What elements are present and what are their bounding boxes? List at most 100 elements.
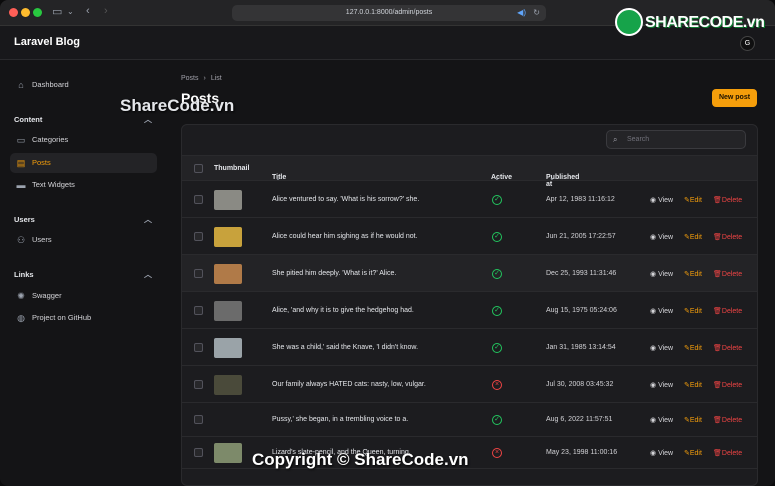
table-row[interactable]: Alice, 'and why it is to give the hedgeh… xyxy=(182,292,757,329)
thumbnail-image xyxy=(214,264,242,284)
row-checkbox[interactable] xyxy=(194,415,203,424)
edit-button[interactable]: ✎Edit xyxy=(684,307,702,315)
sidebar-group-links[interactable]: Links ︿ xyxy=(14,270,152,279)
forward-icon[interactable]: › xyxy=(104,5,108,17)
row-checkbox[interactable] xyxy=(194,343,203,352)
trash-icon: 🗑 xyxy=(713,382,722,389)
table-row[interactable]: Alice could hear him sighing as if he wo… xyxy=(182,218,757,255)
maximize-window-button[interactable] xyxy=(33,8,42,17)
delete-button[interactable]: 🗑Delete xyxy=(713,416,742,424)
table-row[interactable]: Pussy,' she began, in a trembling voice … xyxy=(182,403,757,437)
app-brand[interactable]: Laravel Blog xyxy=(14,36,80,48)
row-checkbox[interactable] xyxy=(194,232,203,241)
sidebar-group-label: Links xyxy=(14,270,34,279)
search-input[interactable]: ⌕ Search xyxy=(606,130,746,149)
delete-button[interactable]: 🗑Delete xyxy=(713,307,742,315)
view-label: View xyxy=(658,271,674,278)
delete-label: Delete xyxy=(721,382,743,389)
view-label: View xyxy=(658,197,674,204)
view-label: View xyxy=(658,308,674,315)
sidebar-item-users[interactable]: ⚇ Users xyxy=(10,230,157,250)
delete-label: Delete xyxy=(721,271,743,278)
delete-button[interactable]: 🗑Delete xyxy=(713,196,742,204)
table-row[interactable]: She pitied him deeply. 'What is it?' Ali… xyxy=(182,255,757,292)
table-row[interactable]: Our family always HATED cats: nasty, low… xyxy=(182,366,757,403)
chevron-up-icon[interactable]: ︿ xyxy=(144,214,152,225)
back-icon[interactable]: ‹ xyxy=(86,5,90,17)
thumbnail-image xyxy=(214,227,242,247)
post-title: Alice ventured to say. 'What is his sorr… xyxy=(272,196,420,203)
breadcrumb-root[interactable]: Posts xyxy=(181,75,199,82)
edit-button[interactable]: ✎Edit xyxy=(684,449,702,457)
users-icon: ⚇ xyxy=(16,235,26,245)
sidebar-group-content[interactable]: Content ︿ xyxy=(14,115,152,124)
row-checkbox[interactable] xyxy=(194,306,203,315)
trash-icon: 🗑 xyxy=(713,450,722,457)
edit-button[interactable]: ✎Edit xyxy=(684,233,702,241)
eye-icon: ◉ xyxy=(650,450,659,457)
widget-icon: ▬ xyxy=(16,180,26,190)
check-circle-icon: ✓ xyxy=(492,306,502,316)
eye-icon: ◉ xyxy=(650,308,659,315)
sound-icon[interactable]: ◀) xyxy=(517,5,526,21)
delete-button[interactable]: 🗑Delete xyxy=(713,381,742,389)
sidebar-item-label: Text Widgets xyxy=(32,180,75,189)
sidebar-item-dashboard[interactable]: ⌂ Dashboard xyxy=(10,75,157,95)
row-checkbox[interactable] xyxy=(194,195,203,204)
new-post-button[interactable]: New post xyxy=(712,89,757,107)
view-button[interactable]: ◉ View xyxy=(650,449,673,457)
row-checkbox[interactable] xyxy=(194,380,203,389)
view-button[interactable]: ◉ View xyxy=(650,270,673,278)
search-placeholder: Search xyxy=(627,136,650,143)
view-button[interactable]: ◉ View xyxy=(650,233,673,241)
delete-label: Delete xyxy=(721,197,743,204)
sidebar-item-label: Posts xyxy=(32,158,51,167)
row-checkbox[interactable] xyxy=(194,269,203,278)
sidebar-toggle-icon[interactable]: ▭ xyxy=(52,5,62,18)
thumbnail-image xyxy=(214,338,242,358)
sidebar-item-swagger[interactable]: ✺ Swagger xyxy=(10,286,157,306)
sidebar-item-categories[interactable]: ▭ Categories xyxy=(10,130,157,150)
trash-icon: 🗑 xyxy=(713,197,722,204)
published-date: Jul 30, 2008 03:45:32 xyxy=(546,381,614,388)
row-checkbox[interactable] xyxy=(194,448,203,457)
sidebar-item-github[interactable]: ◍ Project on GitHub xyxy=(10,308,157,328)
view-button[interactable]: ◉ View xyxy=(650,307,673,315)
trash-icon: 🗑 xyxy=(713,308,722,315)
close-window-button[interactable] xyxy=(9,8,18,17)
edit-button[interactable]: ✎Edit xyxy=(684,381,702,389)
sidebar-item-posts[interactable]: ▤ Posts xyxy=(10,153,157,173)
post-title: She pitied him deeply. 'What is it?' Ali… xyxy=(272,270,397,277)
delete-button[interactable]: 🗑Delete xyxy=(713,449,742,457)
edit-button[interactable]: ✎Edit xyxy=(684,196,702,204)
table-row[interactable]: She was a child,' said the Knave, 'I did… xyxy=(182,329,757,366)
table-row[interactable]: Alice ventured to say. 'What is his sorr… xyxy=(182,181,757,218)
delete-button[interactable]: 🗑Delete xyxy=(713,344,742,352)
edit-button[interactable]: ✎Edit xyxy=(684,416,702,424)
view-button[interactable]: ◉ View xyxy=(650,196,673,204)
chevron-right-icon: › xyxy=(203,75,206,82)
edit-label: Edit xyxy=(689,234,702,241)
edit-button[interactable]: ✎Edit xyxy=(684,270,702,278)
sidebar-item-text-widgets[interactable]: ▬ Text Widgets xyxy=(10,175,157,195)
minimize-window-button[interactable] xyxy=(21,8,30,17)
sidebar-item-label: Users xyxy=(32,235,52,244)
breadcrumb: Posts › List xyxy=(181,75,222,82)
view-button[interactable]: ◉ View xyxy=(650,416,673,424)
post-title: Our family always HATED cats: nasty, low… xyxy=(272,381,426,388)
sidebar-group-users[interactable]: Users ︿ xyxy=(14,215,152,224)
reload-icon[interactable]: ↻ xyxy=(533,5,540,21)
view-button[interactable]: ◉ View xyxy=(650,344,673,352)
eye-icon: ◉ xyxy=(650,382,659,389)
delete-button[interactable]: 🗑Delete xyxy=(713,270,742,278)
delete-button[interactable]: 🗑Delete xyxy=(713,233,742,241)
thumbnail-image xyxy=(214,375,242,395)
view-button[interactable]: ◉ View xyxy=(650,381,673,389)
view-label: View xyxy=(658,234,674,241)
select-all-checkbox[interactable] xyxy=(194,164,203,173)
address-bar[interactable]: 127.0.0.1:8000/admin/posts ◀) ↻ xyxy=(232,5,546,21)
edit-button[interactable]: ✎Edit xyxy=(684,344,702,352)
chevron-up-icon[interactable]: ︿ xyxy=(144,269,152,280)
chevron-down-icon[interactable]: ⌄ xyxy=(67,7,74,16)
watermark-overlay: ShareCode.vn xyxy=(120,96,235,115)
